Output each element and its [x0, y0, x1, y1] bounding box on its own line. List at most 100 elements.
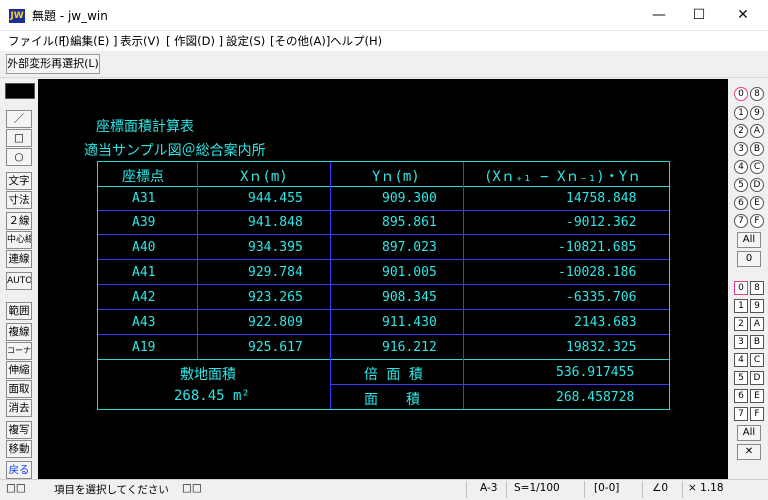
- double-area-value: 536.917455: [556, 365, 635, 380]
- layer-group-button[interactable]: A: [750, 124, 764, 138]
- cell-point: A19: [132, 340, 156, 355]
- cell-x: 929.784: [248, 265, 303, 280]
- cell-x: 934.395: [248, 240, 303, 255]
- layer-button[interactable]: 6: [734, 389, 748, 403]
- layer-group-button[interactable]: 0: [734, 87, 748, 101]
- layer-group-button[interactable]: 6: [734, 196, 748, 210]
- layer-button[interactable]: 1: [734, 299, 748, 313]
- cell-x: 944.455: [248, 191, 303, 206]
- window-title: 無題 - jw_win: [32, 9, 108, 23]
- tool-line[interactable]: ／: [6, 110, 32, 128]
- menu-help[interactable]: ヘルプ(H): [330, 33, 382, 49]
- layer-group-button[interactable]: 1: [734, 106, 748, 120]
- layer-button[interactable]: A: [750, 317, 764, 331]
- cell-y: 901.005: [382, 265, 437, 280]
- drawing-subtitle: 適当サンプル図＠総合案内所: [84, 143, 266, 159]
- tool-corner[interactable]: コーナー: [6, 342, 32, 360]
- maximize-button[interactable]: ☐: [676, 0, 722, 31]
- layer-group-button[interactable]: B: [750, 142, 764, 156]
- table-border-top: [97, 161, 670, 162]
- close-button[interactable]: ✕: [720, 0, 766, 31]
- layer-group-button[interactable]: D: [750, 178, 764, 192]
- tool-auto[interactable]: AUTO: [6, 272, 32, 290]
- menu-settings[interactable]: 設定(S): [226, 33, 265, 49]
- tool-stretch[interactable]: 伸縮: [6, 361, 32, 379]
- layer-button[interactable]: 2: [734, 317, 748, 331]
- layer-button[interactable]: D: [750, 371, 764, 385]
- layer-button[interactable]: B: [750, 335, 764, 349]
- area-value: 268.458728: [556, 390, 635, 405]
- header-point: 座標点: [122, 169, 164, 185]
- status-zoom[interactable]: × 1.18: [688, 482, 724, 494]
- layer-button[interactable]: C: [750, 353, 764, 367]
- layer-button[interactable]: 3: [734, 335, 748, 349]
- menu-other[interactable]: [その他(A)]: [270, 33, 330, 49]
- status-paper-size[interactable]: A-3: [480, 482, 497, 494]
- tool-copy[interactable]: 複写: [6, 421, 32, 439]
- table-border-bottom: [97, 409, 670, 410]
- layer-close-button[interactable]: ✕: [737, 444, 761, 460]
- layer-button[interactable]: 9: [750, 299, 764, 313]
- tool-offset[interactable]: 複線: [6, 323, 32, 341]
- layer-group-button[interactable]: F: [750, 214, 764, 228]
- layer-button[interactable]: 7: [734, 407, 748, 421]
- layer-all-button[interactable]: All: [737, 425, 761, 441]
- cell-x: 922.809: [248, 315, 303, 330]
- layer-group-button[interactable]: 5: [734, 178, 748, 192]
- menu-file[interactable]: ファイル(F): [8, 33, 70, 49]
- cell-product: -10821.685: [558, 240, 637, 255]
- layer-group-button[interactable]: 2: [734, 124, 748, 138]
- header-y: Yｎ(m): [372, 169, 420, 185]
- layer-group-button[interactable]: 9: [750, 106, 764, 120]
- layer-button[interactable]: 4: [734, 353, 748, 367]
- layer-button[interactable]: 0: [734, 281, 748, 295]
- tool-double-line[interactable]: ２線: [6, 212, 32, 230]
- drawing-title: 座標面積計算表: [96, 119, 194, 135]
- menu-edit[interactable]: [ 編集(E) ]: [62, 33, 118, 49]
- tool-chamfer[interactable]: 面取: [6, 380, 32, 398]
- app-icon: JW: [9, 9, 25, 23]
- table-summary-line: [330, 384, 669, 385]
- layer-button[interactable]: 5: [734, 371, 748, 385]
- layer-group-zero-button[interactable]: 0: [737, 251, 761, 267]
- status-separator: [506, 481, 507, 498]
- external-transform-reselect-button[interactable]: 外部変形再選択(L): [6, 54, 100, 74]
- tool-text[interactable]: 文字: [6, 172, 32, 190]
- menu-draw[interactable]: [ 作図(D) ]: [166, 33, 223, 49]
- table-row-line: [98, 284, 669, 285]
- cell-product: -9012.362: [566, 215, 637, 230]
- cell-point: A31: [132, 191, 156, 206]
- tool-range[interactable]: 範囲: [6, 302, 32, 320]
- line-color-swatch[interactable]: [5, 83, 35, 99]
- cell-x: 925.617: [248, 340, 303, 355]
- status-layer[interactable]: [0-0]: [594, 482, 619, 494]
- layer-group-button[interactable]: 3: [734, 142, 748, 156]
- tool-circle[interactable]: ○: [6, 148, 32, 166]
- tool-move[interactable]: 移動: [6, 440, 32, 458]
- table-summary-separator: [97, 359, 670, 360]
- table-row-line: [98, 334, 669, 335]
- tool-continuous-line[interactable]: 連線: [6, 250, 32, 268]
- tool-undo[interactable]: 戻る: [6, 461, 32, 479]
- layer-group-button[interactable]: E: [750, 196, 764, 210]
- status-scale[interactable]: S=1/100: [514, 482, 560, 494]
- tool-dimension[interactable]: 寸法: [6, 191, 32, 209]
- layer-button[interactable]: 8: [750, 281, 764, 295]
- tool-center-line[interactable]: 中心線: [6, 231, 32, 249]
- cell-point: A43: [132, 315, 156, 330]
- layer-button[interactable]: E: [750, 389, 764, 403]
- cell-y: 895.861: [382, 215, 437, 230]
- tool-rectangle[interactable]: □: [6, 129, 32, 147]
- layer-group-button[interactable]: 7: [734, 214, 748, 228]
- layer-button[interactable]: F: [750, 407, 764, 421]
- status-angle[interactable]: ∠0: [652, 482, 668, 494]
- layer-group-button[interactable]: 4: [734, 160, 748, 174]
- table-col-line: [197, 162, 198, 359]
- layer-group-button[interactable]: C: [750, 160, 764, 174]
- cell-product: 14758.848: [566, 191, 637, 206]
- layer-group-all-button[interactable]: All: [737, 232, 761, 248]
- cell-x: 941.848: [248, 215, 303, 230]
- menu-view[interactable]: 表示(V): [120, 33, 160, 49]
- layer-group-button[interactable]: 8: [750, 87, 764, 101]
- tool-erase[interactable]: 消去: [6, 399, 32, 417]
